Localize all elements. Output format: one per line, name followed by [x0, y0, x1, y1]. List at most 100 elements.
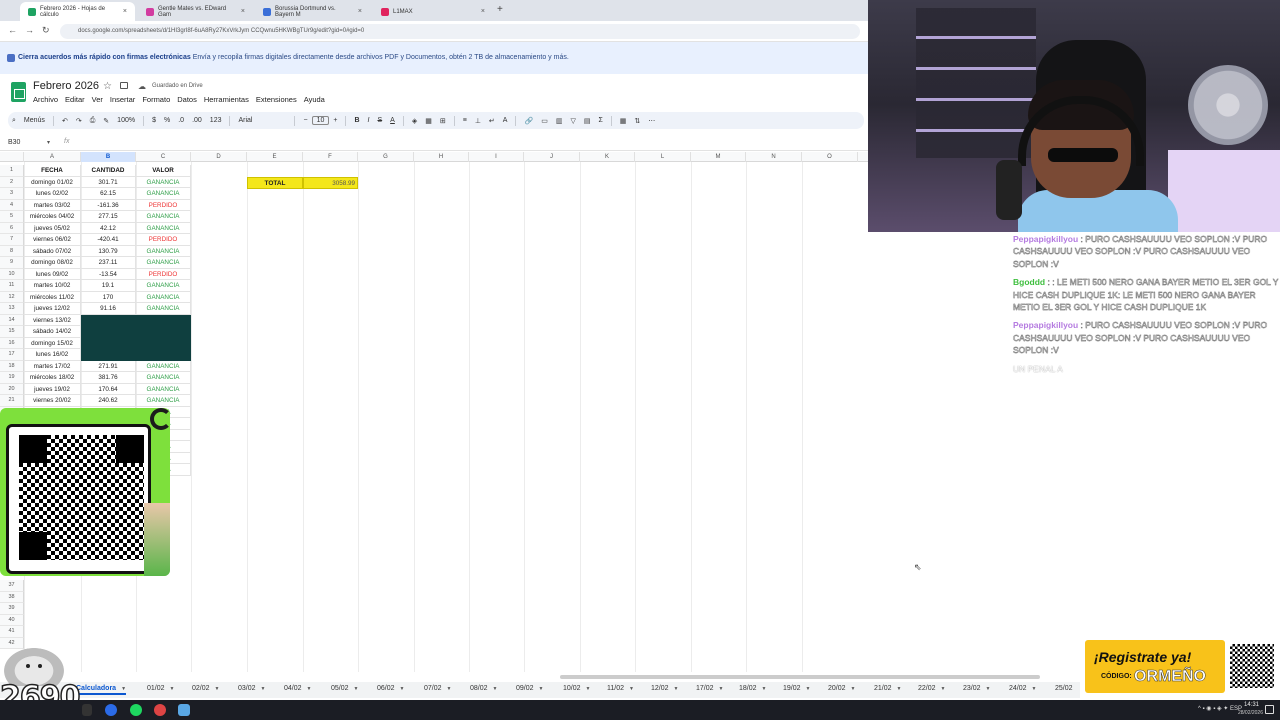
clock-date[interactable]: 28/02/2026	[1238, 710, 1263, 716]
row-header[interactable]: 2	[0, 176, 24, 188]
table-cell[interactable]: miércoles 18/02	[24, 372, 81, 384]
sheet-tab[interactable]: 10/02 ▼	[563, 685, 590, 692]
table-cell[interactable]: martes 03/02	[24, 199, 81, 211]
table-cell[interactable]: 62.15	[81, 188, 136, 200]
table-cell[interactable]: PERDIDO	[136, 234, 191, 246]
decrease-font-size-icon[interactable]: −	[299, 117, 311, 124]
redo-icon[interactable]: ↷	[72, 117, 86, 125]
row-header[interactable]: 20	[0, 383, 24, 395]
increase-font-size-icon[interactable]: +	[329, 117, 341, 124]
sheet-tab[interactable]: 24/02 ▼	[1009, 685, 1036, 692]
header-cell-c[interactable]: VALOR	[136, 165, 191, 177]
table-cell[interactable]: PERDIDO	[136, 199, 191, 211]
table-cell[interactable]: GANANCIA	[136, 176, 191, 188]
column-header[interactable]: B	[81, 152, 136, 162]
column-header[interactable]: C	[136, 152, 191, 162]
chevron-down-icon[interactable]: ▼	[719, 686, 724, 692]
sheet-tab[interactable]: 03/02 ▼	[238, 685, 265, 692]
close-icon[interactable]: ×	[358, 8, 362, 15]
column-header[interactable]: G	[358, 152, 414, 162]
table-cell[interactable]	[81, 349, 136, 361]
sheet-tab[interactable]: 21/02 ▼	[874, 685, 901, 692]
chevron-down-icon[interactable]: ▼	[586, 686, 591, 692]
table-cell[interactable]	[81, 314, 136, 326]
menu-item[interactable]: Formato	[142, 95, 170, 104]
menu-item[interactable]: Extensiones	[256, 95, 297, 104]
freeze-icon[interactable]: ▦	[616, 117, 631, 125]
row-header[interactable]: 15	[0, 326, 24, 338]
search-menus-label[interactable]: Menús	[20, 117, 49, 124]
browser-icon[interactable]	[105, 704, 117, 716]
row-header[interactable]: 7	[0, 234, 24, 246]
functions-icon[interactable]: Σ	[594, 117, 606, 124]
row-header[interactable]: 4	[0, 199, 24, 211]
sheets-logo-icon[interactable]	[11, 82, 26, 102]
sheet-tab[interactable]: 11/02 ▼	[607, 685, 634, 692]
chevron-down-icon[interactable]: ▼	[354, 686, 359, 692]
table-cell[interactable]: viernes 20/02	[24, 395, 81, 407]
row-header[interactable]: 38	[0, 591, 24, 603]
table-cell[interactable]: GANANCIA	[136, 372, 191, 384]
table-cell[interactable]	[81, 337, 136, 349]
chevron-down-icon[interactable]: ▼	[170, 686, 175, 692]
column-header[interactable]: O	[802, 152, 858, 162]
table-cell[interactable]: 277.15	[81, 211, 136, 223]
row-header[interactable]: 39	[0, 603, 24, 615]
table-cell[interactable]: -13.54	[81, 268, 136, 280]
chevron-down-icon[interactable]: ▾	[47, 139, 50, 146]
system-tray[interactable]: ^ ▪ ◉ ▪ ◈ ✦ ESP	[1198, 705, 1242, 712]
text-rotate-icon[interactable]: A	[499, 117, 512, 124]
chevron-down-icon[interactable]: ▼	[400, 686, 405, 692]
clock-time[interactable]: 14:31	[1244, 702, 1259, 708]
row-header[interactable]: 18	[0, 360, 24, 372]
chevron-down-icon[interactable]: ▼	[897, 686, 902, 692]
notification-icon[interactable]	[1265, 705, 1274, 714]
insert-chart-icon[interactable]: ▥	[552, 117, 567, 125]
increase-decimal-button[interactable]: .00	[188, 117, 206, 124]
table-cell[interactable]: 170	[81, 291, 136, 303]
spotify-icon[interactable]	[130, 704, 142, 716]
strikethrough-icon[interactable]: S	[373, 117, 386, 124]
row-header[interactable]: 16	[0, 337, 24, 349]
table-cell[interactable]	[81, 326, 136, 338]
column-header[interactable]: A	[24, 152, 81, 162]
name-box[interactable]: B30	[8, 139, 20, 146]
table-cell[interactable]: GANANCIA	[136, 257, 191, 269]
column-header[interactable]: L	[635, 152, 691, 162]
chevron-down-icon[interactable]: ▼	[307, 686, 312, 692]
sheet-tab[interactable]: 07/02 ▼	[424, 685, 451, 692]
column-header[interactable]: I	[469, 152, 524, 162]
table-cell[interactable]: lunes 09/02	[24, 268, 81, 280]
table-cell[interactable]: 237.11	[81, 257, 136, 269]
chevron-down-icon[interactable]: ▼	[447, 686, 452, 692]
table-cell[interactable]: GANANCIA	[136, 383, 191, 395]
text-color-icon[interactable]: A	[386, 117, 399, 124]
table-cell[interactable]: viernes 06/02	[24, 234, 81, 246]
table-cell[interactable]: GANANCIA	[136, 188, 191, 200]
header-cell-a[interactable]: FECHA	[24, 165, 81, 177]
sheet-tab[interactable]: 02/02 ▼	[192, 685, 219, 692]
table-cell[interactable]: sábado 14/02	[24, 326, 81, 338]
chevron-down-icon[interactable]: ▼	[674, 686, 679, 692]
font-select[interactable]: Arial	[234, 117, 290, 124]
column-header[interactable]: E	[247, 152, 303, 162]
move-to-folder-icon[interactable]	[120, 82, 128, 89]
row-header[interactable]: 9	[0, 257, 24, 269]
chevron-down-icon[interactable]: ▼	[941, 686, 946, 692]
currency-format-button[interactable]: $	[148, 117, 160, 124]
row-header[interactable]: 8	[0, 245, 24, 257]
zoom-select[interactable]: 100%	[113, 117, 139, 124]
number-format-button[interactable]: 123	[206, 117, 226, 124]
forward-icon[interactable]: →	[25, 25, 34, 35]
menu-item[interactable]: Datos	[177, 95, 197, 104]
column-header[interactable]: N	[746, 152, 802, 162]
menu-item[interactable]: Insertar	[110, 95, 135, 104]
table-cell[interactable]: 381.76	[81, 372, 136, 384]
table-cell[interactable]: 19.1	[81, 280, 136, 292]
menu-item[interactable]: Herramientas	[204, 95, 249, 104]
column-header[interactable]: K	[580, 152, 635, 162]
sheet-tab[interactable]: 19/02 ▼	[783, 685, 810, 692]
chevron-down-icon[interactable]: ▼	[215, 686, 220, 692]
chevron-down-icon[interactable]: ▼	[261, 686, 266, 692]
column-header[interactable]: M	[691, 152, 746, 162]
